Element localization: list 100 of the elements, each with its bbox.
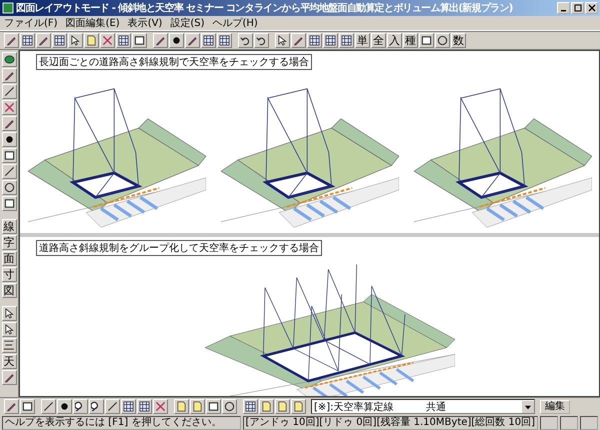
toolbar-button[interactable]: 字	[2, 235, 16, 250]
toolbar-button[interactable]	[121, 399, 136, 414]
close-button[interactable]	[585, 2, 598, 14]
toolbar-button[interactable]: 寸	[2, 267, 16, 282]
toolbar-button[interactable]	[4, 33, 19, 48]
toolbar-button[interactable]	[4, 399, 19, 414]
rectangle-icon	[4, 198, 14, 209]
toolbar-button[interactable]	[73, 399, 88, 414]
toolbar-button[interactable]	[307, 33, 322, 48]
toolbar-button[interactable]	[2, 148, 16, 163]
grid-icon	[219, 35, 230, 46]
toolbar-button[interactable]: 三	[2, 338, 16, 353]
maximize-icon	[574, 4, 582, 12]
toolbar-button[interactable]	[206, 399, 221, 414]
pencil-icon	[38, 35, 49, 46]
toolbar-button[interactable]	[20, 399, 35, 414]
toolbar-button[interactable]	[2, 322, 16, 337]
menu-item[interactable]: ヘルプ(H)	[212, 16, 258, 30]
toolbar-button[interactable]	[137, 399, 152, 414]
rectangle-icon	[421, 35, 432, 46]
toolbar-button[interactable]	[2, 116, 16, 131]
layer-dropdown[interactable]: [※]:天空率算定線 共通	[311, 399, 535, 414]
toolbar-button[interactable]	[68, 33, 83, 48]
minimize-button[interactable]	[557, 2, 570, 14]
toolbar-button[interactable]	[116, 33, 131, 48]
line-icon	[107, 401, 118, 412]
toolbar-button[interactable]	[2, 196, 16, 211]
toolbar-button[interactable]	[52, 33, 67, 48]
menu-item[interactable]: 表示(V)	[128, 16, 162, 30]
cross-icon	[4, 102, 14, 113]
app-icon	[2, 2, 14, 14]
panel-caption: 長辺面ごとの道路高さ斜線規制で天空率をチェックする場合	[36, 54, 312, 70]
toolbar-button[interactable]: 入	[387, 33, 402, 48]
circle-icon	[224, 401, 235, 412]
maximize-button[interactable]	[571, 2, 584, 14]
status-info: [アンドゥ 10回][リドゥ 0回][残容量 1.10MByte][総回数 10回]	[242, 416, 538, 430]
toolbar-button[interactable]	[201, 33, 216, 48]
toolbar-button[interactable]: 面	[2, 251, 16, 266]
toolbar-button[interactable]	[2, 52, 16, 67]
toolbar-button[interactable]	[2, 306, 16, 321]
toolbar-button[interactable]: 天	[2, 354, 16, 369]
circle-icon	[4, 182, 14, 193]
cursor-icon	[4, 324, 14, 335]
toolbar-button[interactable]	[435, 33, 450, 48]
toolbar-button[interactable]	[36, 33, 51, 48]
toolbar-button[interactable]	[190, 399, 205, 414]
toolbar-button[interactable]	[153, 33, 168, 48]
toolbar-button[interactable]: 数	[451, 33, 466, 48]
line-icon	[43, 401, 54, 412]
toolbar-button[interactable]	[2, 370, 16, 385]
pencil-icon	[6, 35, 17, 46]
dot-icon	[59, 401, 70, 412]
toolbar-button[interactable]	[2, 68, 16, 83]
toolbar-button[interactable]	[291, 399, 306, 414]
toolbar-button[interactable]	[2, 180, 16, 195]
grid-icon	[123, 401, 134, 412]
toolbar-button[interactable]	[41, 399, 56, 414]
undo-icon	[240, 35, 251, 46]
pencil-icon	[6, 401, 17, 412]
toolbar-button[interactable]	[243, 399, 258, 414]
toolbar-button[interactable]: 線	[2, 219, 16, 234]
toolbar-button[interactable]	[275, 399, 290, 414]
toolbar-button[interactable]	[89, 399, 104, 414]
toolbar-button[interactable]	[20, 33, 35, 48]
toolbar-button[interactable]	[57, 399, 72, 414]
toolbar-button[interactable]	[275, 33, 290, 48]
toolbar-button[interactable]	[174, 399, 189, 414]
menu-item[interactable]: ファイル(F)	[4, 16, 58, 30]
grid-icon	[341, 35, 352, 46]
toolbar-button[interactable]: 図	[2, 283, 16, 298]
toolbar-button[interactable]	[217, 33, 232, 48]
toolbar-button[interactable]: 単	[355, 33, 370, 48]
toolbar-button[interactable]	[84, 33, 99, 48]
toolbar-button[interactable]	[169, 33, 184, 48]
toolbar-button[interactable]	[105, 399, 120, 414]
status-text: ヘルプを表示するには [F1] を押してください。	[2, 416, 241, 430]
toolbar-button[interactable]	[2, 132, 16, 147]
toolbar-button[interactable]	[291, 33, 306, 48]
toolbar-button[interactable]	[2, 164, 16, 179]
toolbar-button[interactable]	[238, 33, 253, 48]
undo-icon	[256, 35, 267, 46]
toolbar-button[interactable]	[222, 399, 237, 414]
toolbar-button[interactable]	[132, 33, 147, 48]
line-icon	[4, 166, 14, 177]
panel-caption: 道路高さ斜線規制をグループ化して天空率をチェックする場合	[36, 240, 322, 256]
toolbar-button[interactable]	[419, 33, 434, 48]
edit-button[interactable]: 編集	[540, 400, 570, 414]
toolbar-button[interactable]: 種	[403, 33, 418, 48]
toolbar-button[interactable]	[185, 33, 200, 48]
dot-icon	[4, 134, 14, 145]
menu-item[interactable]: 図面編集(E)	[66, 16, 120, 30]
toolbar-button[interactable]	[323, 33, 338, 48]
toolbar-button[interactable]	[339, 33, 354, 48]
grid-icon	[118, 35, 129, 46]
toolbar-button[interactable]	[259, 399, 274, 414]
toolbar-button[interactable]	[254, 33, 269, 48]
toolbar-button[interactable]: 全	[371, 33, 386, 48]
menu-item[interactable]: 設定(S)	[170, 16, 204, 30]
toolbar-button[interactable]	[2, 84, 16, 99]
page-icon	[261, 401, 272, 412]
